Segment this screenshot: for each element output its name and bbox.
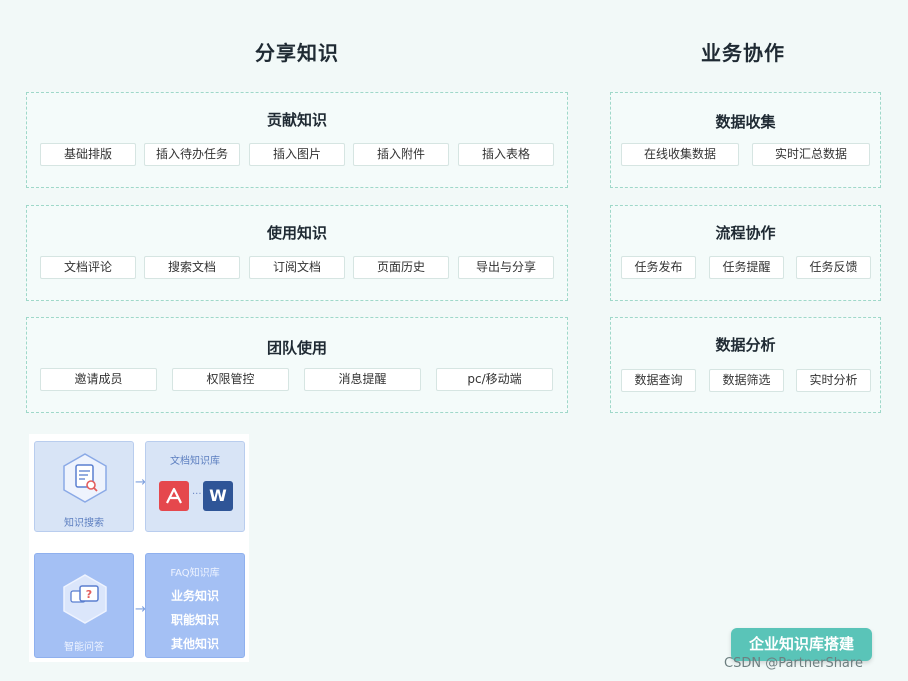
feature-data-filter[interactable]: 数据筛选: [709, 369, 784, 392]
feature-subscribe-doc[interactable]: 订阅文档: [249, 256, 345, 279]
word-icon: W: [203, 481, 233, 511]
feature-page-history[interactable]: 页面历史: [353, 256, 449, 279]
faq-item: 其他知识: [170, 637, 219, 651]
feature-permission-control[interactable]: 权限管控: [172, 368, 289, 391]
faq-library-card: FAQ知识库 业务知识 职能知识 其他知识: [145, 553, 245, 658]
contribute-knowledge-panel: 贡献知识 基础排版 插入待办任务 插入图片 插入附件 插入表格: [26, 92, 568, 188]
process-collab-panel: 流程协作 任务发布 任务提醒 任务反馈: [610, 205, 881, 301]
knowledge-search-card: 知识搜索: [34, 441, 134, 532]
feature-realtime-analysis[interactable]: 实时分析: [796, 369, 871, 392]
data-analysis-panel: 数据分析 数据查询 数据筛选 实时分析: [610, 317, 881, 413]
doc-search-icon: [63, 453, 107, 503]
feature-search-doc[interactable]: 搜索文档: [144, 256, 240, 279]
feature-insert-attachment[interactable]: 插入附件: [353, 143, 449, 166]
doc-library-label: 文档知识库: [170, 456, 220, 467]
ellipsis-icon: ···: [192, 489, 202, 500]
smart-qa-label: 智能问答: [64, 642, 104, 653]
feature-pc-mobile[interactable]: pc/移动端: [436, 368, 553, 391]
panel-title: 数据分析: [715, 336, 776, 354]
use-knowledge-panel: 使用知识 文档评论 搜索文档 订阅文档 页面历史 导出与分享: [26, 205, 568, 301]
team-use-panel: 团队使用 邀请成员 权限管控 消息提醒 pc/移动端: [26, 317, 568, 413]
panel-title: 流程协作: [715, 224, 776, 242]
svg-text:?: ?: [86, 588, 92, 601]
faq-item: 职能知识: [170, 613, 219, 627]
faq-item: 业务知识: [170, 589, 219, 603]
panel-title: 使用知识: [266, 224, 327, 242]
share-knowledge-title: 分享知识: [255, 41, 339, 65]
feature-task-feedback[interactable]: 任务反馈: [796, 256, 871, 279]
feature-export-share[interactable]: 导出与分享: [458, 256, 554, 279]
doc-library-card: 文档知识库 ··· W: [145, 441, 245, 532]
feature-message-reminder[interactable]: 消息提醒: [304, 368, 421, 391]
knowledge-search-label: 知识搜索: [64, 518, 104, 529]
feature-insert-image[interactable]: 插入图片: [249, 143, 345, 166]
feature-task-reminder[interactable]: 任务提醒: [709, 256, 784, 279]
faq-library-label: FAQ知识库: [170, 568, 220, 579]
feature-doc-comment[interactable]: 文档评论: [40, 256, 136, 279]
feature-online-collect[interactable]: 在线收集数据: [621, 143, 739, 166]
panel-title: 团队使用: [266, 339, 327, 357]
knowledge-illustration: 知识搜索 → 文档知识库 ··· W ? 智能问答 → FAQ知识库 业务知识 …: [29, 434, 249, 662]
feature-data-query[interactable]: 数据查询: [621, 369, 696, 392]
feature-realtime-summary[interactable]: 实时汇总数据: [752, 143, 870, 166]
panel-title: 贡献知识: [266, 111, 327, 129]
pdf-icon: [159, 481, 189, 511]
feature-insert-todo[interactable]: 插入待办任务: [144, 143, 240, 166]
data-collection-panel: 数据收集 在线收集数据 实时汇总数据: [610, 92, 881, 188]
feature-invite-members[interactable]: 邀请成员: [40, 368, 157, 391]
panel-title: 数据收集: [715, 113, 776, 131]
business-collab-title: 业务协作: [701, 41, 785, 65]
feature-basic-layout[interactable]: 基础排版: [40, 143, 136, 166]
watermark: CSDN @PartnerShare: [724, 656, 863, 671]
feature-task-publish[interactable]: 任务发布: [621, 256, 696, 279]
chat-question-icon: ?: [63, 574, 107, 624]
feature-insert-table[interactable]: 插入表格: [458, 143, 554, 166]
smart-qa-card: ? 智能问答: [34, 553, 134, 658]
